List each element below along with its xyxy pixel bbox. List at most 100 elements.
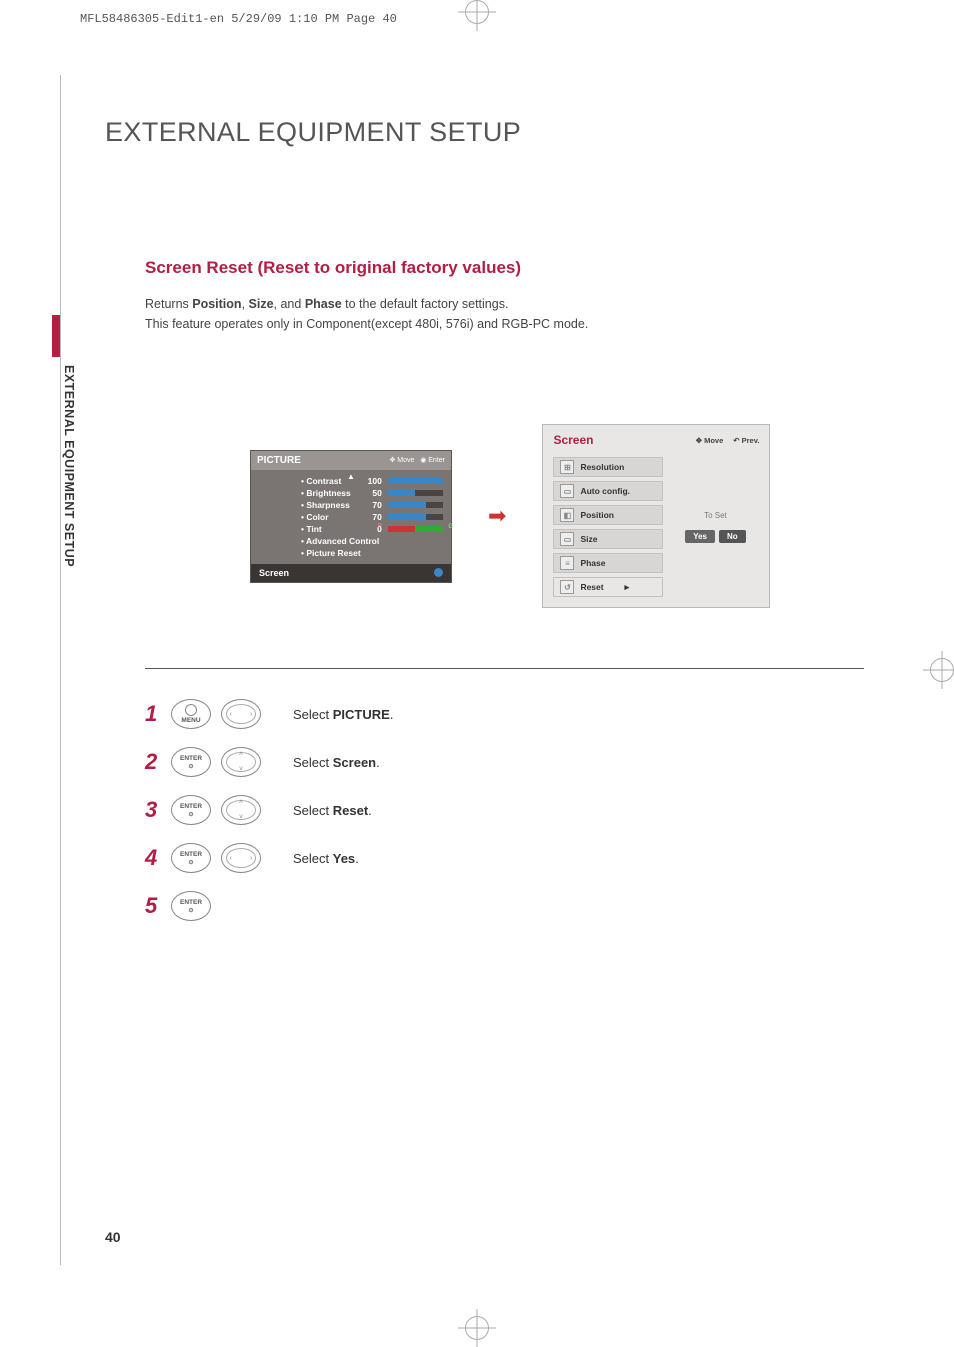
side-tab: EXTERNAL EQUIPMENT SETUP: [60, 335, 78, 567]
page-number: 40: [105, 1229, 121, 1245]
yes-no-toggle: Yes No: [685, 530, 745, 543]
grid-icon: ⊞: [560, 460, 574, 474]
picture-menu-title: PICTURE: [257, 455, 301, 466]
slider-bar: [388, 514, 443, 520]
section-title: Screen Reset (Reset to original factory …: [145, 258, 864, 278]
desc-text: to the default factory settings.: [342, 297, 509, 311]
picture-menu-header: PICTURE ✥ Move ◉ Enter: [251, 451, 451, 470]
hint-move: Move: [397, 457, 414, 464]
size-icon: ▭: [560, 532, 574, 546]
dpad-updown-icon: ˄˅: [221, 795, 261, 825]
desc-text: Returns: [145, 297, 192, 311]
menu-button-icon: MENU: [171, 699, 211, 729]
no-button: No: [719, 530, 746, 543]
dpad-full-icon: ‹›: [221, 699, 261, 729]
step-2: 2 ENTER⊙ ˄˅ Select Screen.: [145, 747, 864, 777]
screen-item-label: Size: [580, 534, 597, 544]
picture-row-contrast: • Contrast 100: [301, 476, 443, 486]
desc-bold: Size: [249, 297, 274, 311]
hint-prev: Prev.: [742, 436, 760, 445]
step-number: 5: [145, 893, 161, 919]
screen-item-position: ◧Position: [553, 505, 663, 525]
screen-item-reset: ↺ Reset ►: [553, 577, 663, 597]
slider-bar: [388, 490, 443, 496]
section-divider: [145, 668, 864, 669]
picture-menu-body: ▲ • Contrast 100 • Brightness 50 • Sharp…: [251, 470, 451, 564]
dpad-updown-icon: ˄˅: [221, 747, 261, 777]
picture-menu-hints: ✥ Move ◉ Enter: [389, 456, 445, 464]
step-text: Select Yes.: [293, 851, 359, 866]
crop-mark-bottom: [465, 1316, 489, 1340]
picture-row-color: • Color 70: [301, 512, 443, 522]
picture-row-brightness: • Brightness 50: [301, 488, 443, 498]
picture-row-tint: • Tint 0 R G: [301, 524, 443, 534]
picture-row-reset: • Picture Reset: [301, 548, 443, 558]
tint-label-green: G: [448, 524, 453, 530]
crop-mark-top: [465, 0, 489, 24]
picture-row-label: • Picture Reset: [301, 548, 361, 558]
side-accent-bar: [52, 315, 60, 357]
desc-line2: This feature operates only in Component(…: [145, 317, 588, 331]
enter-button-icon: ENTER⊙: [171, 843, 211, 873]
picture-row-sharpness: • Sharpness 70: [301, 500, 443, 510]
step-3: 3 ENTER⊙ ˄˅ Select Reset.: [145, 795, 864, 825]
step-number: 2: [145, 749, 161, 775]
picture-row-value: 70: [364, 500, 382, 510]
step-number: 4: [145, 845, 161, 871]
yes-button: Yes: [685, 530, 715, 543]
picture-row-value: 70: [364, 512, 382, 522]
to-set-label: To Set: [704, 511, 727, 520]
tint-slider: R G: [388, 526, 443, 532]
step-5: 5 ENTER⊙: [145, 891, 864, 921]
picture-menu: PICTURE ✥ Move ◉ Enter ▲ • Contrast 100 …: [250, 450, 452, 583]
steps-list: 1 MENU ‹› Select PICTURE. 2 ENTER⊙ ˄˅ Se…: [145, 699, 864, 921]
picture-row-value: 50: [364, 488, 382, 498]
button-label: ENTER: [180, 755, 202, 762]
step-text-a: Select: [293, 851, 333, 866]
picture-row-value: 100: [364, 476, 382, 486]
step-text: Select Screen.: [293, 755, 380, 770]
picture-row-label: • Sharpness: [301, 500, 358, 510]
step-text-a: Select: [293, 707, 333, 722]
page-title: EXTERNAL EQUIPMENT SETUP: [105, 117, 864, 148]
reset-icon: ↺: [560, 580, 574, 594]
screen-menu-title: Screen: [553, 433, 593, 447]
reset-marker-icon: ►: [623, 582, 631, 592]
screen-menu-right-panel: To Set Yes No: [671, 457, 759, 597]
hint-enter: Enter: [428, 457, 445, 464]
screen-item-label: Phase: [580, 558, 605, 568]
desc-text: ,: [242, 297, 249, 311]
picture-row-label: • Brightness: [301, 488, 358, 498]
step-text-c: .: [376, 755, 380, 770]
enter-dot-icon: [434, 568, 443, 577]
button-label: ENTER: [180, 803, 202, 810]
auto-icon: ▭: [560, 484, 574, 498]
picture-row-label: • Color: [301, 512, 358, 522]
menu-illustration-row: PICTURE ✥ Move ◉ Enter ▲ • Contrast 100 …: [250, 424, 864, 608]
step-1: 1 MENU ‹› Select PICTURE.: [145, 699, 864, 729]
picture-menu-selected: Screen: [251, 564, 451, 582]
screen-item-label: Auto config.: [580, 486, 630, 496]
enter-button-icon: ENTER⊙: [171, 747, 211, 777]
step-text-c: .: [390, 707, 394, 722]
screen-item-size: ▭ Size: [553, 529, 663, 549]
step-4: 4 ENTER⊙ ‹› Select Yes.: [145, 843, 864, 873]
step-text-b: PICTURE: [333, 707, 390, 722]
step-text-c: .: [355, 851, 359, 866]
step-text: Select PICTURE.: [293, 707, 393, 722]
slider-bar: [388, 478, 443, 484]
step-text-b: Screen: [333, 755, 376, 770]
description: Returns Position, Size, and Phase to the…: [145, 294, 864, 334]
screen-menu-body: ⊞Resolution ▭ Auto config. ◧Position ▭ Siz…: [543, 457, 769, 607]
screen-item-resolution: ⊞Resolution: [553, 457, 663, 477]
tint-label-red: R: [378, 524, 382, 530]
screen-item-phase: ≡ Phase: [553, 553, 663, 573]
button-label: ENTER: [180, 851, 202, 858]
screen-item-label: Reset: [580, 582, 603, 592]
phase-icon: ≡: [560, 556, 574, 570]
position-icon: ◧: [560, 508, 574, 522]
screen-menu: Screen ✥ Move ↶ Prev. ⊞Resolution ▭Auto …: [542, 424, 770, 608]
slider-bar: [388, 502, 443, 508]
desc-bold: Phase: [305, 297, 342, 311]
crop-mark-right: [930, 658, 954, 682]
